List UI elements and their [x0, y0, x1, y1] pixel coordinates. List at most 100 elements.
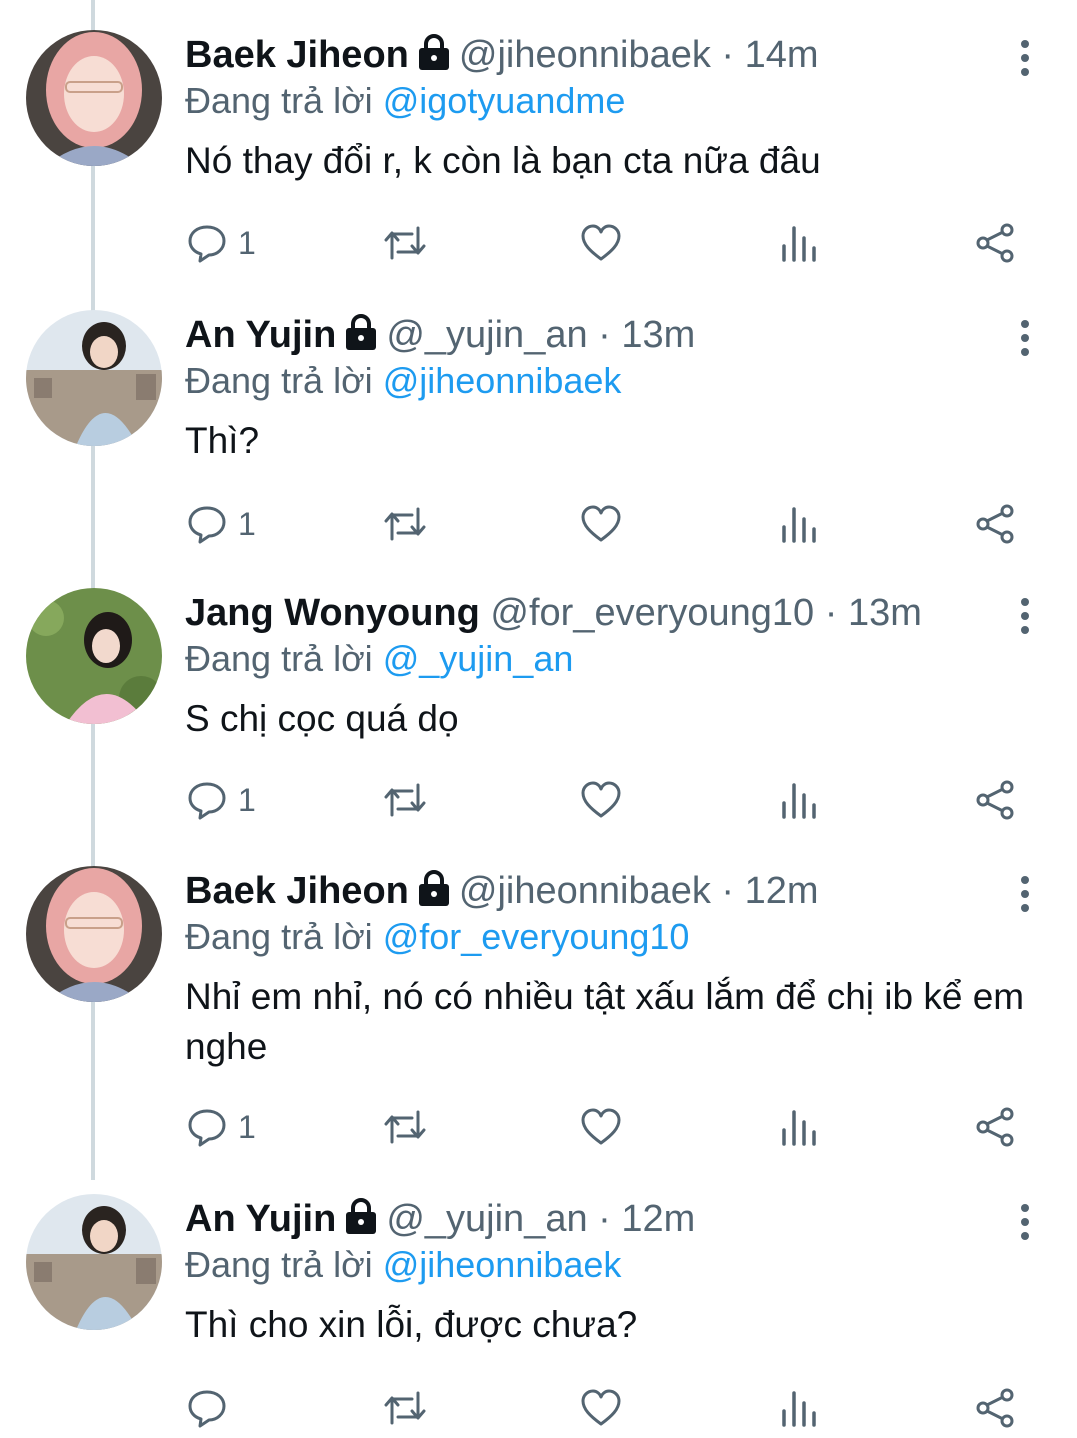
share-icon [976, 1107, 1014, 1147]
like-button[interactable] [580, 1378, 622, 1438]
reply-button[interactable]: 1 [186, 1097, 256, 1157]
pink-hair-avatar-icon [26, 866, 162, 1002]
views-button[interactable] [778, 1378, 818, 1438]
heart-icon [581, 505, 621, 542]
reply-icon [188, 225, 226, 263]
replying-to: Đang trả lời @_yujin_an [185, 634, 573, 684]
reply-mention-link[interactable]: @jiheonnibaek [383, 360, 622, 401]
timestamp[interactable]: 12m [745, 870, 819, 912]
retweet-button[interactable] [382, 213, 428, 273]
timestamp[interactable]: 14m [745, 34, 819, 76]
display-name[interactable]: Jang Wonyoung [185, 592, 480, 634]
retweet-button[interactable] [382, 494, 428, 554]
replying-to: Đang trả lời @jiheonnibaek [185, 1240, 621, 1290]
separator-dot: · [721, 870, 735, 912]
more-vertical-icon [1021, 598, 1029, 634]
tweet-text: Thì? [185, 420, 260, 461]
handle[interactable]: @_yujin_an [386, 1198, 587, 1240]
retweet-button[interactable] [382, 1097, 428, 1157]
tweet-actions: 1 [0, 770, 1077, 830]
analytics-icon [782, 1391, 816, 1427]
display-name[interactable]: Baek Jiheon [185, 34, 409, 76]
share-icon [976, 504, 1014, 544]
more-options-button[interactable] [1010, 38, 1040, 78]
more-vertical-icon [1021, 1204, 1029, 1240]
tweet-actions: 1 [0, 213, 1077, 273]
display-name[interactable]: An Yujin [185, 1198, 336, 1240]
retweet-button[interactable] [382, 770, 428, 830]
heart-icon [581, 781, 621, 818]
separator-dot: · [721, 34, 735, 76]
analytics-icon [782, 507, 816, 543]
reply-button[interactable]: 1 [186, 494, 256, 554]
share-button[interactable] [974, 1097, 1016, 1157]
handle[interactable]: @_yujin_an [386, 314, 587, 356]
avatar[interactable] [26, 866, 162, 1002]
views-button[interactable] [778, 213, 818, 273]
retweet-button[interactable] [382, 1378, 428, 1438]
replying-to: Đang trả lời @igotyuandme [185, 76, 625, 126]
reply-count: 1 [238, 505, 256, 542]
reply-button[interactable] [186, 1378, 238, 1438]
like-button[interactable] [580, 494, 622, 554]
separator-dot: · [824, 592, 838, 634]
avatar[interactable] [26, 30, 162, 166]
share-icon [976, 780, 1014, 820]
replying-to-label: Đang trả lời [185, 80, 373, 121]
replying-to-label: Đang trả lời [185, 638, 373, 679]
reply-mention-link[interactable]: @_yujin_an [383, 638, 574, 679]
more-options-button[interactable] [1010, 318, 1040, 358]
like-button[interactable] [580, 770, 622, 830]
share-button[interactable] [974, 770, 1016, 830]
more-options-button[interactable] [1010, 1202, 1040, 1242]
views-button[interactable] [778, 494, 818, 554]
more-options-button[interactable] [1010, 874, 1040, 914]
reply-mention-link[interactable]: @for_everyoung10 [383, 916, 690, 957]
display-name[interactable]: Baek Jiheon [185, 870, 409, 912]
reply-mention-link[interactable]: @jiheonnibaek [383, 1244, 622, 1285]
reply-count: 1 [238, 1108, 256, 1145]
tweet-header: Baek Jiheon @jiheonnibaek · 12m [185, 866, 819, 916]
heart-icon [581, 1108, 621, 1145]
like-button[interactable] [580, 1097, 622, 1157]
reply-icon [188, 782, 226, 820]
replying-to-label: Đang trả lời [185, 1244, 373, 1285]
retweet-icon [384, 783, 426, 817]
heart-icon [581, 224, 621, 261]
retweet-icon [384, 226, 426, 260]
views-button[interactable] [778, 770, 818, 830]
share-icon [976, 223, 1014, 263]
tweet-header: Baek Jiheon @jiheonnibaek · 14m [185, 30, 819, 80]
handle[interactable]: @for_everyoung10 [490, 592, 814, 634]
timestamp[interactable]: 12m [621, 1198, 695, 1240]
display-name[interactable]: An Yujin [185, 314, 336, 356]
tweet-actions: 1 [0, 494, 1077, 554]
reply-button[interactable]: 1 [186, 213, 256, 273]
reply-mention-link[interactable]: @igotyuandme [383, 80, 626, 121]
tweet-text: Nhỉ em nhỉ, nó có nhiều tật xấu lắm để c… [185, 976, 1025, 1067]
share-button[interactable] [974, 1378, 1016, 1438]
reply-button[interactable]: 1 [186, 770, 256, 830]
views-button[interactable] [778, 1097, 818, 1157]
tweet-text: S chị cọc quá dọ [185, 698, 459, 739]
tweet-header: Jang Wonyoung @for_everyoung10 · 13m [185, 588, 922, 638]
reply-icon [188, 1390, 226, 1428]
retweet-icon [384, 1110, 426, 1144]
pink-hair-avatar-icon [26, 30, 162, 166]
city-view-avatar-icon [26, 1194, 162, 1330]
handle[interactable]: @jiheonnibaek [459, 34, 711, 76]
share-button[interactable] [974, 213, 1016, 273]
tweet-text: Nó thay đổi r, k còn là bạn cta nữa đâu [185, 140, 821, 181]
avatar[interactable] [26, 588, 162, 724]
timestamp[interactable]: 13m [621, 314, 695, 356]
share-button[interactable] [974, 494, 1016, 554]
avatar[interactable] [26, 310, 162, 446]
heart-icon [581, 1389, 621, 1426]
like-button[interactable] [580, 213, 622, 273]
timestamp[interactable]: 13m [848, 592, 922, 634]
more-options-button[interactable] [1010, 596, 1040, 636]
replying-to-label: Đang trả lời [185, 360, 373, 401]
handle[interactable]: @jiheonnibaek [459, 870, 711, 912]
avatar[interactable] [26, 1194, 162, 1330]
retweet-icon [384, 1391, 426, 1425]
